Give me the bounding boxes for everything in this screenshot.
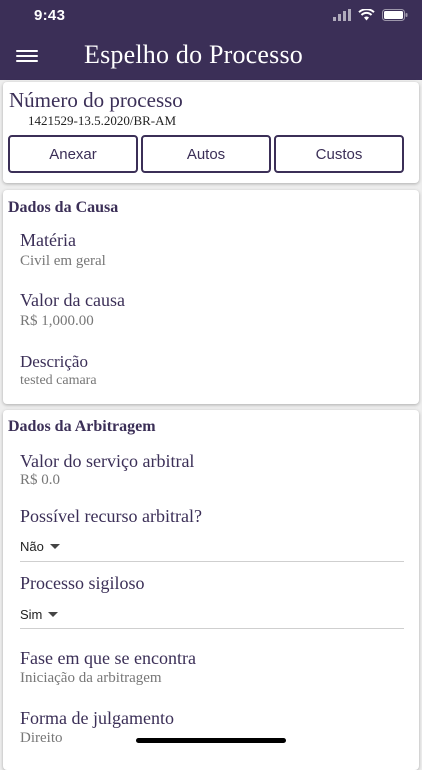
recurso-selected-value: Não — [20, 539, 44, 554]
page-title: Espelho do Processo — [84, 40, 303, 69]
section-title-causa: Dados da Causa — [8, 199, 119, 216]
dados-causa-card: Dados da Causa Matéria Civil em geral Va… — [3, 190, 419, 404]
section-title-arbitragem: Dados da Arbitragem — [8, 418, 156, 435]
action-buttons: Anexar Autos Custos — [8, 135, 404, 173]
materia-value: Civil em geral — [20, 253, 106, 269]
sigiloso-selected-value: Sim — [20, 607, 43, 622]
sigiloso-underline — [20, 628, 404, 629]
valor-causa-value: R$ 1,000.00 — [20, 313, 94, 329]
process-number-label: Número do processo — [9, 88, 183, 112]
recurso-select[interactable]: Não — [20, 539, 60, 554]
fase-label: Fase em que se encontra — [20, 648, 196, 668]
recurso-label: Possível recurso arbitral? — [20, 506, 202, 526]
process-number-value: 1421529-13.5.2020/BR-AM — [28, 113, 177, 128]
recurso-underline — [20, 561, 404, 562]
home-indicator — [136, 738, 286, 743]
anexar-button[interactable]: Anexar — [8, 135, 138, 173]
materia-label: Matéria — [20, 230, 76, 250]
status-bar: 9:43 — [0, 0, 422, 34]
custos-button[interactable]: Custos — [274, 135, 404, 173]
sigiloso-label: Processo sigiloso — [20, 573, 145, 593]
status-time: 9:43 — [34, 7, 66, 24]
signal-icon — [333, 9, 351, 21]
battery-icon — [382, 9, 408, 21]
valor-servico-value: R$ 0.0 — [20, 472, 61, 488]
forma-julgamento-label: Forma de julgamento — [20, 708, 174, 728]
autos-button[interactable]: Autos — [141, 135, 271, 173]
wifi-icon — [358, 9, 375, 21]
app-bar: Espelho do Processo — [0, 34, 422, 80]
descricao-label: Descrição — [20, 352, 88, 371]
menu-icon[interactable] — [16, 47, 38, 65]
process-header-card: Número do processo 1421529-13.5.2020/BR-… — [3, 82, 419, 183]
status-icons — [333, 9, 408, 21]
dropdown-caret-icon — [48, 612, 59, 617]
valor-servico-label: Valor do serviço arbitral — [20, 451, 195, 471]
descricao-value: tested camara — [20, 373, 97, 388]
fase-value: Iniciação da arbitragem — [20, 670, 162, 686]
dados-arbitragem-card: Dados da Arbitragem Valor do serviço arb… — [3, 410, 419, 770]
valor-causa-label: Valor da causa — [20, 290, 125, 310]
dropdown-caret-icon — [49, 544, 60, 549]
forma-julgamento-value: Direito — [20, 730, 63, 746]
sigiloso-select[interactable]: Sim — [20, 607, 59, 622]
